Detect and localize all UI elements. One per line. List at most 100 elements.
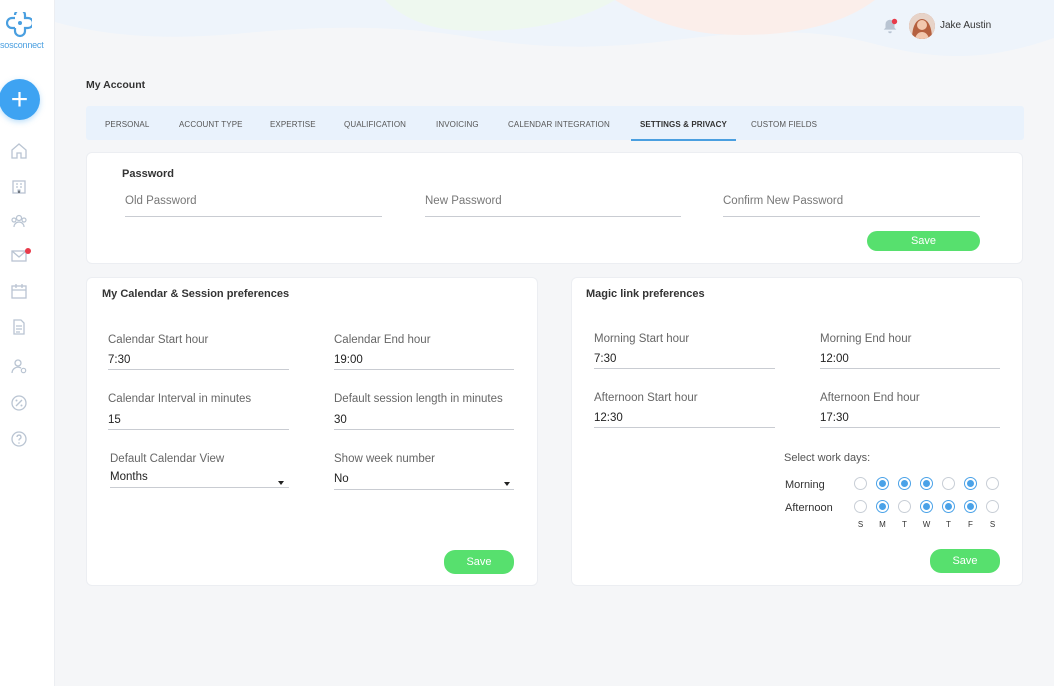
- percent-icon[interactable]: [10, 394, 30, 414]
- tab-calendar-integration[interactable]: CALENDAR INTEGRATION: [508, 106, 610, 140]
- tab-invoicing[interactable]: INVOICING: [436, 106, 479, 140]
- day-letter: S: [989, 520, 996, 529]
- user-gear-icon[interactable]: [10, 357, 30, 377]
- old-password-placeholder: Old Password: [125, 195, 197, 207]
- page-title: My Account: [86, 79, 146, 91]
- afternoon-day-radio[interactable]: [964, 500, 977, 513]
- calendar-interval-label: Calendar Interval in minutes: [108, 393, 252, 405]
- day-letter: T: [946, 520, 951, 529]
- show-week-number-select[interactable]: Show week number No: [334, 453, 514, 490]
- new-password-placeholder: New Password: [425, 195, 502, 207]
- old-password-field[interactable]: Old Password: [125, 195, 382, 219]
- users-icon[interactable]: [10, 212, 30, 232]
- afternoon-start-hour-field[interactable]: Afternoon Start hour 12:30: [594, 392, 775, 428]
- afternoon-end-hour-field[interactable]: Afternoon End hour 17:30: [820, 392, 1000, 428]
- user-name[interactable]: Jake Austin: [940, 20, 991, 31]
- morning-day-radio[interactable]: [920, 477, 933, 490]
- afternoon-start-hour-underline: [594, 427, 775, 428]
- afternoon-day-radio[interactable]: [898, 500, 911, 513]
- morning-start-hour-field[interactable]: Morning Start hour 7:30: [594, 333, 775, 369]
- afternoon-day-radio[interactable]: [942, 500, 955, 513]
- morning-day-radio[interactable]: [876, 477, 889, 490]
- session-length-value: 30: [334, 414, 347, 426]
- magic-link-save-button[interactable]: Save: [930, 549, 1000, 573]
- afternoon-row-label: Afternoon: [785, 502, 833, 514]
- logo-text: sosconnect: [0, 40, 44, 50]
- afternoon-day-radio[interactable]: [876, 500, 889, 513]
- bell-icon[interactable]: [881, 17, 901, 37]
- morning-day-radio[interactable]: [854, 477, 867, 490]
- tab-custom-fields[interactable]: CUSTOM FIELDS: [751, 106, 817, 140]
- afternoon-start-hour-label: Afternoon Start hour: [594, 392, 698, 404]
- tab-settings-privacy[interactable]: SETTINGS & PRIVACY: [640, 106, 727, 140]
- document-icon[interactable]: [10, 318, 30, 338]
- day-letter: T: [902, 520, 907, 529]
- morning-day-radio[interactable]: [964, 477, 977, 490]
- magic-link-card: Magic link preferences Morning Start hou…: [571, 277, 1023, 586]
- calendar-end-hour-underline: [334, 369, 514, 370]
- confirm-password-placeholder: Confirm New Password: [723, 195, 844, 207]
- confirm-password-field[interactable]: Confirm New Password: [723, 195, 980, 219]
- afternoon-day-radio[interactable]: [986, 500, 999, 513]
- tab-personal[interactable]: PERSONAL: [105, 106, 149, 140]
- morning-start-hour-label: Morning Start hour: [594, 333, 690, 345]
- calendar-start-hour-underline: [108, 369, 289, 370]
- calendar-preferences-card: My Calendar & Session preferences Calend…: [86, 277, 538, 586]
- day-letter: M: [879, 520, 886, 529]
- calendar-start-hour-label: Calendar Start hour: [108, 334, 209, 346]
- afternoon-day-radio[interactable]: [920, 500, 933, 513]
- morning-end-hour-value: 12:00: [820, 353, 849, 365]
- tab-account-type[interactable]: ACCOUNT TYPE: [179, 106, 243, 140]
- logo[interactable]: sosconnect: [0, 10, 55, 54]
- home-icon[interactable]: [10, 142, 30, 162]
- tab-expertise[interactable]: EXPERTISE: [270, 106, 316, 140]
- new-password-field[interactable]: New Password: [425, 195, 681, 219]
- calendar-end-hour-field[interactable]: Calendar End hour 19:00: [334, 334, 514, 370]
- afternoon-end-hour-value: 17:30: [820, 412, 849, 424]
- show-week-number-value: No: [334, 473, 349, 485]
- morning-day-radio[interactable]: [898, 477, 911, 490]
- tab-bar: PERSONAL ACCOUNT TYPE EXPERTISE QUALIFIC…: [86, 106, 1024, 140]
- afternoon-start-hour-value: 12:30: [594, 412, 623, 424]
- calendar-end-hour-value: 19:00: [334, 354, 363, 366]
- afternoon-end-hour-underline: [820, 427, 1000, 428]
- header-wave-decoration: [55, 0, 1054, 57]
- top-bar: Jake Austin: [55, 0, 1054, 62]
- password-card: Password Old Password New Password Confi…: [86, 152, 1023, 264]
- tab-qualification[interactable]: QUALIFICATION: [344, 106, 406, 140]
- logo-icon: [6, 12, 32, 38]
- magic-link-title: Magic link preferences: [586, 288, 705, 300]
- add-button[interactable]: +: [0, 79, 40, 120]
- day-letter: W: [922, 520, 931, 529]
- default-calendar-view-select[interactable]: Default Calendar View Months: [110, 453, 289, 489]
- avatar[interactable]: [909, 13, 935, 39]
- calendar-interval-field[interactable]: Calendar Interval in minutes 15: [108, 393, 289, 430]
- calendar-preferences-title: My Calendar & Session preferences: [102, 288, 290, 300]
- default-calendar-view-value: Months: [110, 471, 148, 483]
- morning-day-radio[interactable]: [986, 477, 999, 490]
- sidebar: sosconnect +: [0, 0, 55, 686]
- default-calendar-view-label: Default Calendar View: [110, 453, 225, 465]
- mail-notification-dot: [25, 248, 31, 254]
- calendar-start-hour-field[interactable]: Calendar Start hour 7:30: [108, 334, 289, 370]
- afternoon-day-radio[interactable]: [854, 500, 867, 513]
- calendar-end-hour-label: Calendar End hour: [334, 334, 431, 346]
- old-password-underline: [125, 216, 382, 217]
- building-icon[interactable]: [10, 177, 30, 197]
- active-tab-indicator: [631, 139, 736, 141]
- session-length-field[interactable]: Default session length in minutes 30: [334, 393, 514, 430]
- new-password-underline: [425, 216, 681, 217]
- password-save-button[interactable]: Save: [867, 231, 980, 251]
- chevron-down-icon: [504, 482, 510, 486]
- morning-day-radio[interactable]: [942, 477, 955, 490]
- help-icon[interactable]: [10, 430, 30, 450]
- morning-start-hour-value: 7:30: [594, 353, 617, 365]
- morning-end-hour-label: Morning End hour: [820, 333, 912, 345]
- calendar-start-hour-value: 7:30: [108, 354, 131, 366]
- morning-end-hour-field[interactable]: Morning End hour 12:00: [820, 333, 1000, 369]
- morning-row-label: Morning: [785, 479, 825, 491]
- calendar-save-button[interactable]: Save: [444, 550, 514, 574]
- afternoon-end-hour-label: Afternoon End hour: [820, 392, 920, 404]
- calendar-icon[interactable]: [10, 282, 30, 302]
- calendar-interval-value: 15: [108, 414, 121, 426]
